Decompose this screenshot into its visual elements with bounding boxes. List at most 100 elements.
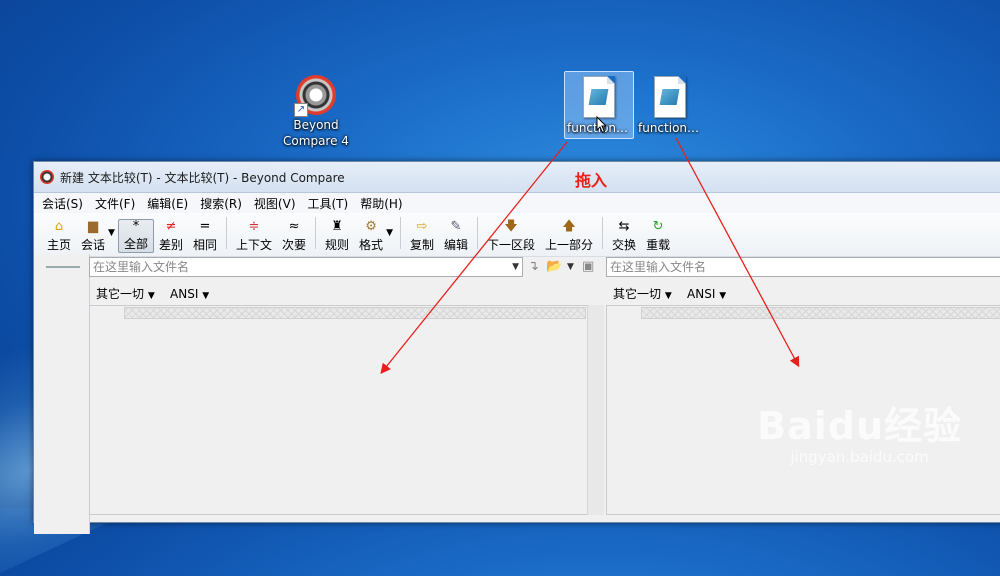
show-all-button[interactable]: * 全部 — [117, 219, 154, 253]
minor-label: 次要 — [282, 238, 307, 252]
app-icon — [40, 170, 54, 184]
toolbar-separator — [602, 217, 604, 249]
pencil-icon: ✎ — [450, 219, 462, 234]
session-label: 会话 — [81, 238, 106, 252]
show-diff-button[interactable]: ≠ 差别 — [154, 219, 188, 253]
left-encoding-label: ANSI — [170, 287, 199, 301]
home-button[interactable]: ⌂ 主页 — [42, 219, 76, 253]
toolbar: ⌂ 主页 ▆ 会话 ▼ * 全部 ≠ 差别 = 相同 ≑ 上下文 ≈ 次要 ♜ 规则 ⚙ 格式 ▼… — [34, 213, 1000, 257]
prev-part-label: 上一部分 — [545, 238, 594, 252]
right-path-input[interactable]: 在这里输入文件名 — [606, 257, 1000, 277]
minor-button[interactable]: ≈ 次要 — [277, 219, 311, 253]
chevron-down-icon: ▼ — [664, 291, 672, 301]
left-filter-label: 其它一切 — [96, 287, 145, 301]
desktop-icon-label: Beyond — [293, 118, 339, 132]
left-text-pane[interactable] — [89, 305, 604, 515]
asterisk-icon: * — [132, 219, 140, 234]
session-button[interactable]: ▆ 会话 — [76, 219, 110, 253]
toolbar-separator — [399, 217, 401, 249]
menu-view[interactable]: 视图(V) — [254, 195, 296, 212]
right-encoding-label: ANSI — [687, 287, 716, 301]
chevron-down-icon: ▼ — [147, 291, 155, 301]
left-scrollbar[interactable] — [587, 305, 604, 515]
equal-icon: = — [199, 219, 211, 234]
left-save-icon[interactable]: ▣ — [582, 259, 594, 274]
show-same-button[interactable]: = 相同 — [188, 219, 222, 253]
menubar: 会话(S) 文件(F) 编辑(E) 搜索(R) 视图(V) 工具(T) 帮助(H… — [34, 193, 1000, 213]
diff-label: 差别 — [158, 238, 183, 252]
right-encoding-dropdown[interactable]: ANSI ▼ — [687, 287, 726, 301]
drag-instruction-label: 拖入 — [575, 171, 608, 190]
format-label: 格式 — [359, 238, 384, 252]
edit-button[interactable]: ✎ 编辑 — [439, 219, 473, 253]
swap-button[interactable]: ⇆ 交换 — [607, 219, 641, 253]
left-path-go-icon[interactable]: ↴ — [528, 259, 539, 274]
reload-label: 重载 — [646, 238, 671, 252]
beyond-compare-window: 新建 文本比较(T) - 文本比较(T) - Beyond Compare 会话… — [33, 161, 1000, 534]
right-path-placeholder: 在这里输入文件名 — [610, 260, 707, 274]
left-open-folder-icon[interactable]: 📂 — [546, 259, 562, 274]
text-file-icon — [654, 76, 686, 118]
left-ruler — [124, 307, 586, 319]
rules-button[interactable]: ♜ 规则 — [320, 219, 354, 253]
gutter-divider — [46, 266, 80, 268]
format-button[interactable]: ⚙ 格式 — [354, 219, 388, 253]
left-folder-dropdown-icon[interactable]: ▼ — [567, 262, 574, 272]
menu-help[interactable]: 帮助(H) — [360, 195, 402, 212]
desktop-icon-beyond-compare[interactable]: ↗ Beyond Compare 4 — [278, 75, 354, 149]
copy-arrow-icon: ⇨ — [416, 219, 428, 234]
not-equal-icon: ≠ — [165, 219, 177, 234]
desktop-icon-label: Compare 4 — [283, 134, 349, 148]
prev-part-button[interactable]: 🡅 上一部分 — [540, 219, 598, 253]
copy-button[interactable]: ⇨ 复制 — [405, 219, 439, 253]
left-filter-dropdown[interactable]: 其它一切 ▼ — [96, 287, 155, 301]
toolbar-separator — [477, 217, 479, 249]
right-filter-dropdown[interactable]: 其它一切 ▼ — [613, 287, 672, 301]
window-titlebar[interactable]: 新建 文本比较(T) - 文本比较(T) - Beyond Compare — [34, 162, 1000, 193]
context-label: 上下文 — [236, 238, 273, 252]
baidu-watermark: Baidu经验 jingyan.baidu.com — [757, 395, 962, 466]
watermark-brand: Baidu经验 — [757, 404, 962, 448]
left-path-dropdown-icon[interactable]: ▼ — [512, 258, 519, 276]
home-icon: ⌂ — [54, 219, 64, 234]
menu-tools[interactable]: 工具(T) — [308, 195, 349, 212]
left-encoding-dropdown[interactable]: ANSI ▼ — [170, 287, 209, 301]
reload-icon: ↻ — [652, 219, 664, 234]
toolbar-separator — [226, 217, 227, 249]
desktop-icon-function1-file[interactable]: function1.... — [636, 72, 704, 136]
right-encoding-bar: 其它一切 ▼ ANSI ▼ — [613, 285, 726, 302]
beyond-compare-logo-icon: ↗ — [294, 75, 336, 117]
menu-edit[interactable]: 编辑(E) — [147, 195, 188, 212]
context-icon: ≑ — [248, 219, 260, 234]
left-encoding-bar: 其它一切 ▼ ANSI ▼ — [96, 285, 209, 302]
briefcase-icon: ▆ — [88, 219, 99, 234]
chevron-down-icon: ▼ — [719, 291, 727, 301]
gear-icon: ⚙ — [365, 219, 377, 234]
text-file-icon — [583, 76, 615, 118]
context-button[interactable]: ≑ 上下文 — [231, 219, 277, 253]
home-label: 主页 — [47, 238, 72, 252]
watermark-url: jingyan.baidu.com — [790, 448, 929, 466]
arrow-up-icon: 🡅 — [562, 219, 576, 234]
all-label: 全部 — [123, 237, 148, 251]
right-ruler — [641, 307, 1000, 319]
session-gutter — [34, 254, 90, 534]
reload-button[interactable]: ↻ 重载 — [641, 219, 675, 253]
desktop-icon-label: function1.... — [638, 121, 704, 135]
rules-label: 规则 — [325, 238, 350, 252]
menu-file[interactable]: 文件(F) — [95, 195, 135, 212]
chevron-down-icon: ▼ — [202, 291, 210, 301]
referee-icon: ♜ — [331, 219, 343, 234]
format-dropdown-icon[interactable]: ▼ — [386, 228, 393, 238]
copy-label: 复制 — [409, 238, 434, 252]
shortcut-arrow-icon: ↗ — [294, 103, 308, 117]
left-path-input[interactable]: 在这里输入文件名 ▼ — [89, 257, 523, 277]
next-section-button[interactable]: 🡇 下一区段 — [482, 219, 540, 253]
arrow-down-icon: 🡇 — [504, 219, 518, 234]
toolbar-separator — [315, 217, 317, 249]
mouse-cursor-icon — [596, 116, 608, 134]
menu-search[interactable]: 搜索(R) — [200, 195, 242, 212]
edit-label: 编辑 — [444, 238, 469, 252]
menu-session[interactable]: 会话(S) — [42, 195, 83, 212]
session-dropdown-icon[interactable]: ▼ — [108, 228, 115, 238]
